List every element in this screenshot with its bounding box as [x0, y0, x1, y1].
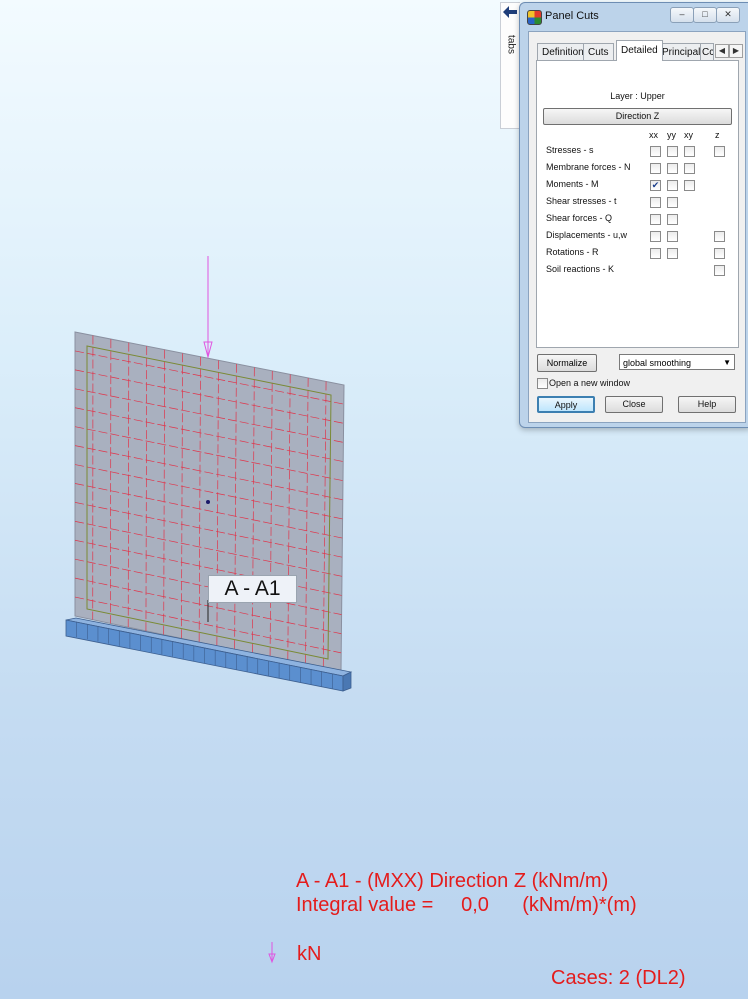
open-new-window-checkbox[interactable] [537, 378, 548, 389]
load-unit-label: kN [297, 943, 322, 965]
column-z: z [715, 130, 720, 140]
checkbox-z[interactable] [714, 146, 725, 157]
dropdown-arrow-icon: ▼ [723, 358, 731, 367]
checkbox-yy[interactable] [667, 146, 678, 157]
integral-value: Integral value = 0,0 (kNm/m)*(m) [296, 894, 637, 916]
panel-cuts-dialog[interactable]: Panel Cuts – □ ✕ Definition Cuts Detaile… [519, 2, 748, 428]
checkbox-xx[interactable] [650, 231, 661, 242]
minimize-button[interactable]: – [670, 7, 694, 23]
checkbox-xy[interactable] [684, 180, 695, 191]
tab-detailed[interactable]: Detailed [616, 40, 663, 61]
dialog-title: Panel Cuts [545, 10, 599, 22]
checkbox-xx[interactable] [650, 146, 661, 157]
checkbox-yy[interactable] [667, 248, 678, 259]
checkbox-z[interactable] [714, 248, 725, 259]
checkbox-yy[interactable] [667, 180, 678, 191]
checkbox-yy[interactable] [667, 163, 678, 174]
checkbox-z[interactable] [714, 265, 725, 276]
checkbox-xx[interactable] [650, 197, 661, 208]
tab-cuts[interactable]: Cuts [583, 43, 614, 60]
cut-label[interactable]: A - A1 [208, 575, 297, 603]
tab-definition[interactable]: Definition [537, 43, 589, 60]
tab-cc[interactable]: Cc [700, 43, 714, 60]
checkbox-xy[interactable] [684, 146, 695, 157]
tabs-label: tabs [505, 35, 517, 54]
column-xx: xx [649, 130, 658, 140]
option-row-label: Shear stresses - t [546, 196, 617, 206]
option-row-label: Moments - M [546, 179, 599, 189]
option-row-label: Soil reactions - K [546, 264, 615, 274]
checkbox-yy[interactable] [667, 214, 678, 225]
load-arrow [203, 256, 213, 359]
option-row-label: Stresses - s [546, 145, 594, 155]
apply-button[interactable]: Apply [537, 396, 595, 413]
checkbox-xx[interactable] [650, 248, 661, 259]
checkbox-yy[interactable] [667, 231, 678, 242]
help-button[interactable]: Help [678, 396, 736, 413]
checkbox-xx[interactable] [650, 214, 661, 225]
option-row-label: Shear forces - Q [546, 213, 613, 223]
column-xy: xy [684, 130, 693, 140]
option-row-label: Displacements - u,w [546, 230, 628, 240]
normalize-button[interactable]: Normalize [537, 354, 597, 372]
arrow-left-icon[interactable] [502, 5, 518, 19]
column-yy: yy [667, 130, 676, 140]
close-window-button[interactable]: ✕ [716, 7, 740, 23]
result-title: A - A1 - (MXX) Direction Z (kNm/m) [296, 870, 609, 892]
panel-center-node[interactable] [206, 500, 210, 504]
tabs-sidebar[interactable]: tabs [500, 2, 520, 129]
restore-button[interactable]: □ [693, 7, 717, 23]
cases-label: Cases: 2 (DL2) [551, 967, 686, 989]
layer-label: Layer : Upper [610, 91, 665, 101]
tab-scroll-right-icon[interactable]: ▶ [729, 44, 743, 58]
dialog-client: Definition Cuts Detailed Principal Cc ◀ … [528, 31, 746, 423]
checkbox-z[interactable] [714, 231, 725, 242]
checkbox-xx[interactable]: ✔ [650, 180, 661, 191]
direction-button[interactable]: Direction Z [543, 108, 732, 125]
close-button[interactable]: Close [605, 396, 663, 413]
dialog-titlebar[interactable]: Panel Cuts – □ ✕ [520, 3, 748, 29]
detailed-tab-page: Layer : Upper Direction Z xx yy xy z Str… [536, 60, 739, 348]
tab-scroll-left-icon[interactable]: ◀ [715, 44, 729, 58]
load-unit-arrow-icon [268, 942, 276, 964]
option-row-label: Membrane forces - N [546, 162, 631, 172]
checkbox-xx[interactable] [650, 163, 661, 174]
smoothing-select[interactable]: global smoothing ▼ [619, 354, 735, 370]
tab-principal[interactable]: Principal [657, 43, 706, 60]
option-row-label: Rotations - R [546, 247, 599, 257]
checkbox-xy[interactable] [684, 163, 695, 174]
checkbox-yy[interactable] [667, 197, 678, 208]
open-new-window-label: Open a new window [549, 378, 631, 388]
smoothing-selected: global smoothing [623, 358, 692, 368]
app-icon [527, 10, 542, 25]
